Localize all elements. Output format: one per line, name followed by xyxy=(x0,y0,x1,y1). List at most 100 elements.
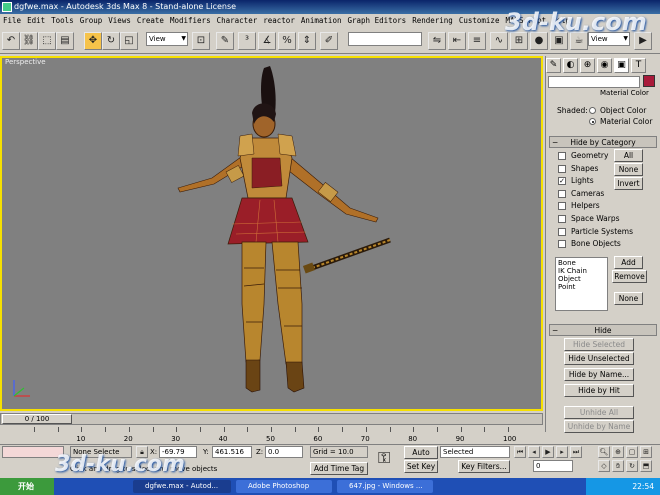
menu-graph-editors[interactable]: Graph Editors xyxy=(344,14,409,28)
angle-snap-icon[interactable]: ∡ xyxy=(258,32,276,50)
create-tab-icon[interactable]: ✎ xyxy=(546,58,561,73)
object-name-input[interactable] xyxy=(548,76,640,88)
category-add-button[interactable]: Add xyxy=(614,256,643,269)
category-checkbox[interactable] xyxy=(558,215,566,223)
select-by-name-icon[interactable]: ▤ xyxy=(56,32,74,50)
start-button[interactable]: 开始 xyxy=(0,478,54,495)
align-icon[interactable]: ⇤ xyxy=(448,32,466,50)
hide-by-category-rollout[interactable]: − Hide by Category xyxy=(549,136,657,148)
category-checkbox[interactable] xyxy=(558,164,566,173)
select-rotate-icon[interactable]: ↻ xyxy=(102,32,120,50)
zoom-extents-icon[interactable]: ▢ xyxy=(626,446,638,458)
hide-unselected-button[interactable]: Hide Unselected xyxy=(564,352,634,365)
mirror-icon[interactable]: ⇋ xyxy=(428,32,446,50)
spinner-snap-icon[interactable]: ⇕ xyxy=(298,32,316,50)
menu-rendering[interactable]: Rendering xyxy=(409,14,456,28)
motion-tab-icon[interactable]: ◉ xyxy=(597,58,612,73)
category-checkbox[interactable] xyxy=(558,152,566,160)
display-tab-icon[interactable]: ▣ xyxy=(614,58,629,73)
category-label: Particle Systems xyxy=(571,226,633,236)
perspective-viewport[interactable] xyxy=(0,56,543,411)
hide-by-hit-button[interactable]: Hide by Hit xyxy=(564,384,634,397)
manipulate-icon[interactable]: ✎ xyxy=(216,32,234,50)
category-none2-button[interactable]: None xyxy=(614,292,643,305)
zoom-extents-all-icon[interactable]: ⊞ xyxy=(640,446,652,458)
set-key-button[interactable]: Set Key xyxy=(404,460,438,473)
key-filters-button[interactable]: Key Filters... xyxy=(458,460,510,473)
viewport-label[interactable]: Perspective xyxy=(5,58,46,66)
y-coordinate-field[interactable]: 461.516 xyxy=(212,446,252,458)
pivot-icon[interactable]: ⊡ xyxy=(192,32,210,50)
material-color-radio[interactable] xyxy=(589,118,596,125)
next-frame-icon[interactable]: ▸ xyxy=(556,446,568,458)
menu-create[interactable]: Create xyxy=(134,14,167,28)
pan-icon[interactable]: ✋︎ xyxy=(612,460,624,472)
zoom-icon[interactable]: 🔍︎ xyxy=(598,446,610,458)
time-slider[interactable] xyxy=(0,413,543,425)
menu-reactor[interactable]: reactor xyxy=(260,14,298,28)
category-checkbox[interactable] xyxy=(558,227,566,236)
task-photoshop[interactable]: Adobe Photoshop xyxy=(236,480,332,493)
go-to-start-icon[interactable]: ⏮ xyxy=(514,446,526,458)
menu-tools[interactable]: Tools xyxy=(48,14,77,28)
category-all-button[interactable]: All xyxy=(614,149,643,162)
zoom-all-icon[interactable]: ⊕ xyxy=(612,446,624,458)
list-item[interactable]: IK Chain Object xyxy=(558,267,605,283)
reference-coordinate-select[interactable]: View xyxy=(146,32,188,46)
unhide-all-button[interactable]: Unhide All xyxy=(564,406,634,419)
object-color-radio[interactable] xyxy=(589,107,596,114)
z-coordinate-field[interactable]: 0.0 xyxy=(265,446,303,458)
select-object-icon[interactable]: ⬚ xyxy=(38,32,56,50)
category-checkbox[interactable] xyxy=(558,202,566,211)
list-item[interactable]: Point xyxy=(558,283,605,291)
unhide-by-name-button[interactable]: Unhide by Name xyxy=(564,420,634,433)
auto-key-button[interactable]: Auto Key xyxy=(404,446,438,468)
play-icon[interactable]: ▶ xyxy=(542,446,554,458)
previous-frame-icon[interactable]: ◂ xyxy=(528,446,540,458)
category-none-button[interactable]: None xyxy=(614,163,643,176)
category-listbox[interactable]: Bone IK Chain Object Point xyxy=(555,257,608,311)
category-checkbox[interactable] xyxy=(558,189,566,198)
menu-file[interactable]: File xyxy=(0,14,24,28)
time-slider-knob[interactable]: 0 / 100 xyxy=(2,414,72,424)
menu-group[interactable]: Group xyxy=(77,14,106,28)
key-mode-select[interactable]: Selected xyxy=(440,446,510,458)
menu-animation[interactable]: Animation xyxy=(298,14,345,28)
category-checkbox[interactable]: ✓ xyxy=(558,177,566,186)
category-remove-button[interactable]: Remove xyxy=(612,270,647,283)
modify-tab-icon[interactable]: ◐ xyxy=(563,58,578,73)
layer-manager-icon[interactable]: ≡ xyxy=(468,32,486,50)
task-image-viewer[interactable]: 647.jpg - Windows ... xyxy=(337,480,433,493)
snap-3d-icon[interactable]: ³ xyxy=(238,32,256,50)
field-of-view-icon[interactable]: ◇ xyxy=(598,460,610,472)
undo-icon[interactable]: ↶ xyxy=(2,32,20,50)
add-time-tag-button[interactable]: Add Time Tag xyxy=(310,462,368,475)
utilities-tab-icon[interactable]: T xyxy=(631,58,646,73)
select-scale-icon[interactable]: ◱ xyxy=(120,32,138,50)
key-icon[interactable]: ⚿ xyxy=(378,448,390,468)
maximize-viewport-icon[interactable]: ⬒ xyxy=(640,460,652,472)
hierarchy-tab-icon[interactable]: ⊕ xyxy=(580,58,595,73)
track-tick-label: 70 xyxy=(360,435,370,443)
current-frame-field[interactable]: 0 xyxy=(533,460,573,472)
object-color-swatch[interactable] xyxy=(643,75,655,87)
named-selection-set-input[interactable] xyxy=(348,32,422,46)
menu-views[interactable]: Views xyxy=(105,14,134,28)
category-checkbox[interactable] xyxy=(558,240,566,249)
hide-rollout[interactable]: − Hide xyxy=(549,324,657,336)
hide-selected-button[interactable]: Hide Selected xyxy=(564,338,634,351)
menu-edit[interactable]: Edit xyxy=(24,14,48,28)
task-3dsmax[interactable]: dgfwe.max - Autod... xyxy=(133,480,231,493)
hide-by-name-button[interactable]: Hide by Name... xyxy=(564,368,634,381)
menu-character[interactable]: Character xyxy=(214,14,261,28)
go-to-end-icon[interactable]: ⏭ xyxy=(570,446,582,458)
edit-named-selection-icon[interactable]: ✐ xyxy=(320,32,338,50)
menu-customize[interactable]: Customize xyxy=(456,14,503,28)
arc-rotate-icon[interactable]: ↻ xyxy=(626,460,638,472)
menu-modifiers[interactable]: Modifiers xyxy=(167,14,214,28)
category-invert-button[interactable]: Invert xyxy=(614,177,643,190)
select-move-icon[interactable]: ✥ xyxy=(84,32,102,50)
list-item[interactable]: Bone xyxy=(558,259,605,267)
percent-snap-icon[interactable]: % xyxy=(278,32,296,50)
select-link-icon[interactable]: ⛓ xyxy=(20,32,38,50)
